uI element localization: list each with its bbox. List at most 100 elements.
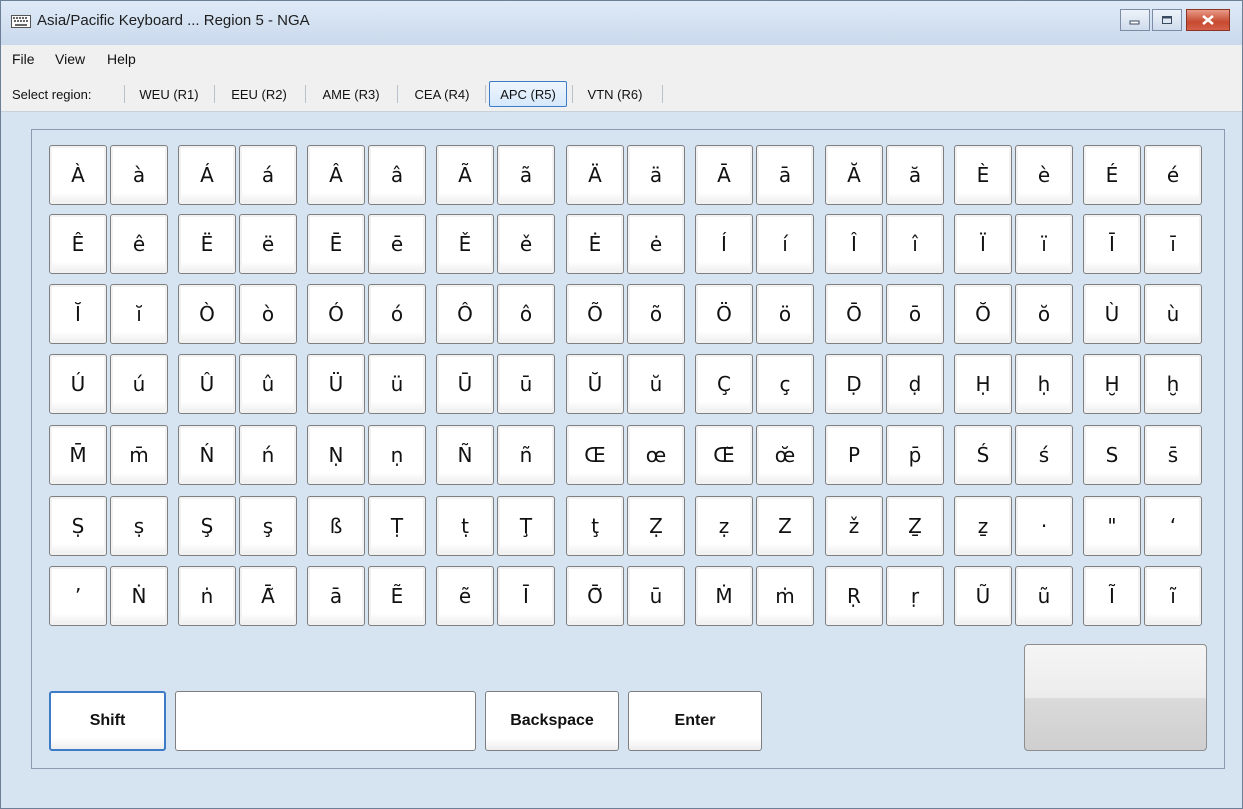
character-key[interactable]: Œ	[566, 425, 624, 485]
character-key[interactable]: ù	[1144, 284, 1202, 344]
character-key[interactable]: ḫ	[1144, 354, 1202, 414]
character-key[interactable]: Â	[307, 145, 365, 205]
character-key[interactable]: û	[239, 354, 297, 414]
text-input-field[interactable]	[175, 691, 476, 751]
character-key[interactable]: M̄	[49, 425, 107, 485]
character-key[interactable]: Ś	[954, 425, 1012, 485]
character-key[interactable]: Ă	[825, 145, 883, 205]
character-key[interactable]: Ò	[178, 284, 236, 344]
character-key[interactable]: ž	[825, 496, 883, 556]
character-key[interactable]: S	[1083, 425, 1141, 485]
character-key[interactable]: ẽ	[436, 566, 494, 626]
character-key[interactable]: Ō	[825, 284, 883, 344]
character-key[interactable]: È	[954, 145, 1012, 205]
region-button-r5[interactable]: APC (R5)	[489, 81, 567, 107]
region-button-r1[interactable]: WEU (R1)	[130, 81, 208, 107]
character-key[interactable]: Ŭ	[566, 354, 624, 414]
character-key[interactable]: ń	[239, 425, 297, 485]
character-key[interactable]: ẕ	[954, 496, 1012, 556]
character-key[interactable]: Á	[178, 145, 236, 205]
character-key[interactable]: Ŏ	[954, 284, 1012, 344]
character-key[interactable]: Û	[178, 354, 236, 414]
character-key[interactable]: "	[1083, 496, 1141, 556]
character-key[interactable]: P	[825, 425, 883, 485]
character-key[interactable]: Ḥ	[954, 354, 1012, 414]
character-key[interactable]: ś	[1015, 425, 1073, 485]
character-key[interactable]: œ̆	[756, 425, 814, 485]
region-button-r6[interactable]: VTN (R6)	[576, 81, 654, 107]
character-key[interactable]: ò	[239, 284, 297, 344]
character-key[interactable]: õ	[627, 284, 685, 344]
character-key[interactable]: Ō̃	[566, 566, 624, 626]
character-key[interactable]: ă	[886, 145, 944, 205]
character-key[interactable]: ë	[239, 214, 297, 274]
character-key[interactable]: ï	[1015, 214, 1073, 274]
character-key[interactable]: ç	[756, 354, 814, 414]
character-key[interactable]: Ñ	[436, 425, 494, 485]
character-key[interactable]: Ĩ	[1083, 566, 1141, 626]
enter-key[interactable]: Enter	[628, 691, 762, 751]
character-key[interactable]: Œ̆	[695, 425, 753, 485]
menu-file[interactable]: File	[12, 51, 35, 67]
character-key[interactable]: Ā	[695, 145, 753, 205]
character-key[interactable]: Ù	[1083, 284, 1141, 344]
character-key[interactable]: ė	[627, 214, 685, 274]
character-key[interactable]: Ḫ	[1083, 354, 1141, 414]
character-key[interactable]: ’	[49, 566, 107, 626]
character-key[interactable]: À	[49, 145, 107, 205]
character-key[interactable]: Ě	[436, 214, 494, 274]
character-key[interactable]: ũ	[1015, 566, 1073, 626]
character-key[interactable]: m̄	[110, 425, 168, 485]
character-key[interactable]: Ũ	[954, 566, 1012, 626]
character-key[interactable]: ṣ	[110, 496, 168, 556]
character-key[interactable]: Ṣ	[49, 496, 107, 556]
character-key[interactable]: ḍ	[886, 354, 944, 414]
minimize-button[interactable]	[1120, 9, 1150, 31]
character-key[interactable]: ṛ	[886, 566, 944, 626]
character-key[interactable]: ṁ	[756, 566, 814, 626]
character-key[interactable]: ã	[497, 145, 555, 205]
character-key[interactable]: í	[756, 214, 814, 274]
menu-help[interactable]: Help	[107, 51, 136, 67]
character-key[interactable]: Ẕ	[886, 496, 944, 556]
character-key[interactable]: á	[239, 145, 297, 205]
menu-view[interactable]: View	[55, 51, 85, 67]
character-key[interactable]: Ţ	[497, 496, 555, 556]
character-key[interactable]: ü	[368, 354, 426, 414]
character-key[interactable]: î	[886, 214, 944, 274]
backspace-key[interactable]: Backspace	[485, 691, 619, 751]
character-key[interactable]: Ē	[307, 214, 365, 274]
character-key[interactable]: Ö	[695, 284, 753, 344]
character-key[interactable]: ŭ	[627, 354, 685, 414]
maximize-button[interactable]	[1152, 9, 1182, 31]
character-key[interactable]: Ẓ	[627, 496, 685, 556]
character-key[interactable]: Ä	[566, 145, 624, 205]
character-key[interactable]: Ṛ	[825, 566, 883, 626]
character-key[interactable]: ş	[239, 496, 297, 556]
character-key[interactable]: Ṁ	[695, 566, 753, 626]
character-key[interactable]: è	[1015, 145, 1073, 205]
character-key[interactable]: Ë	[178, 214, 236, 274]
close-button[interactable]	[1186, 9, 1230, 31]
character-key[interactable]: ā	[756, 145, 814, 205]
character-key[interactable]: Ń	[178, 425, 236, 485]
character-key[interactable]: Ṭ	[368, 496, 426, 556]
character-key[interactable]: ‘	[1144, 496, 1202, 556]
character-key[interactable]: Ī	[1083, 214, 1141, 274]
character-key[interactable]: ñ	[497, 425, 555, 485]
character-key[interactable]: ḥ	[1015, 354, 1073, 414]
character-key[interactable]: ē	[368, 214, 426, 274]
character-key[interactable]: ĭ	[110, 284, 168, 344]
character-key[interactable]: ú	[110, 354, 168, 414]
character-key[interactable]: ī	[1144, 214, 1202, 274]
character-key[interactable]: Ẽ	[368, 566, 426, 626]
character-key[interactable]: Ã	[436, 145, 494, 205]
character-key[interactable]: ţ	[566, 496, 624, 556]
character-key[interactable]: Ş	[178, 496, 236, 556]
character-key[interactable]: ĩ	[1144, 566, 1202, 626]
region-button-r2[interactable]: EEU (R2)	[220, 81, 298, 107]
character-key[interactable]: ä	[627, 145, 685, 205]
character-key[interactable]: ō	[886, 284, 944, 344]
character-key[interactable]: Ḍ	[825, 354, 883, 414]
character-key[interactable]: Ā̃	[239, 566, 297, 626]
